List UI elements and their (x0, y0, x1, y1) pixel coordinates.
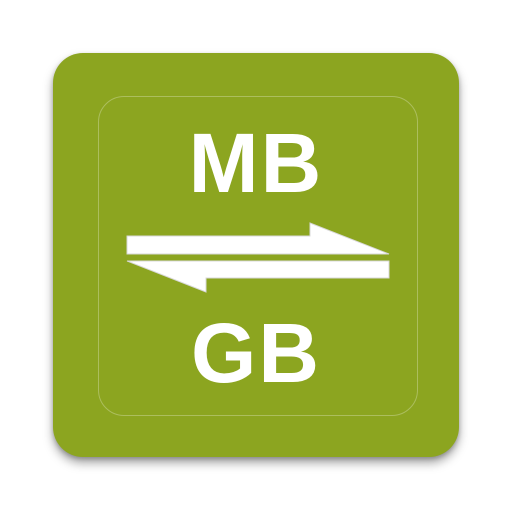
mb-to-gb-app-icon[interactable]: MB GB (53, 53, 459, 457)
left-arrow-icon (126, 260, 390, 293)
app-icon-canvas: MB GB (0, 0, 512, 512)
right-arrow-icon (126, 222, 390, 255)
to-unit-label: GB (191, 306, 321, 400)
